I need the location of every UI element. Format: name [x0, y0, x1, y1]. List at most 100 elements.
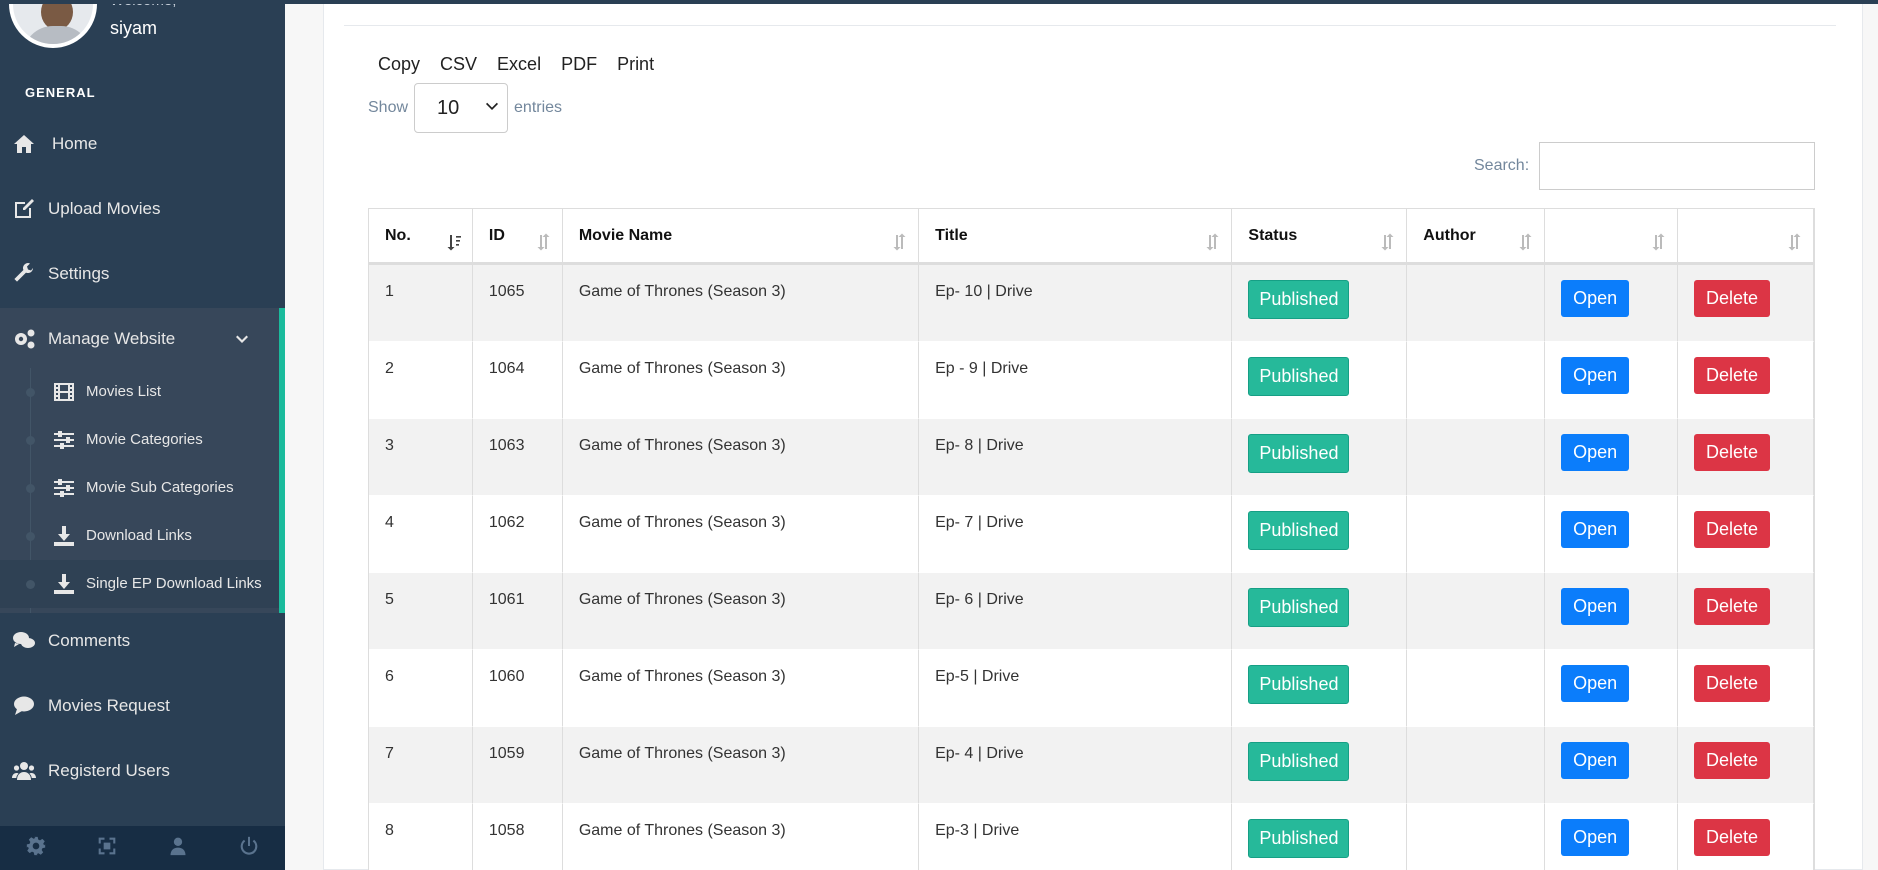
sidebar: Welcome, siyam GENERAL Home Upload Movie… — [0, 0, 285, 870]
open-button[interactable]: Open — [1561, 819, 1630, 856]
delete-button[interactable]: Delete — [1694, 742, 1771, 779]
status-badge[interactable]: Published — [1248, 511, 1350, 550]
sidebar-item-movies-request[interactable]: Movies Request — [0, 675, 285, 737]
power-icon — [239, 836, 259, 861]
users-icon — [0, 759, 48, 783]
open-button[interactable]: Open — [1561, 742, 1630, 779]
open-button[interactable]: Open — [1561, 511, 1630, 548]
pdf-button[interactable]: PDF — [551, 52, 607, 77]
status-badge[interactable]: Published — [1248, 665, 1350, 704]
status-badge[interactable]: Published — [1248, 742, 1350, 781]
open-button[interactable]: Open — [1561, 434, 1630, 471]
top-strip — [0, 0, 1878, 4]
sidebar-item-label: Home — [52, 134, 98, 153]
film-icon — [52, 380, 76, 404]
search-input[interactable] — [1539, 142, 1816, 190]
export-buttons: Copy CSV Excel PDF Print — [368, 52, 664, 77]
sort-asc-icon — [446, 233, 462, 251]
entries-label: entries — [514, 99, 563, 116]
sidebar-item-label: Movies Request — [48, 696, 170, 715]
fullscreen-icon — [97, 836, 117, 861]
sliders-icon — [52, 476, 76, 500]
sidebar-item-label: Registerd Users — [48, 761, 170, 780]
sort-icon — [1651, 233, 1667, 251]
submenu-item-movie-sub-categories[interactable]: Movie Sub Categories — [0, 464, 279, 512]
csv-button[interactable]: CSV — [430, 52, 487, 77]
column-header-status[interactable]: Status — [1232, 209, 1408, 265]
column-header-title[interactable]: Title — [919, 209, 1233, 265]
column-header-delete[interactable] — [1678, 209, 1814, 265]
entries-select[interactable]: 10 — [414, 83, 509, 133]
sidebar-item-home[interactable]: Home — [0, 113, 285, 175]
sidebar-footer — [0, 826, 285, 870]
sort-icon — [1205, 233, 1221, 251]
open-button[interactable]: Open — [1561, 588, 1630, 625]
logout-footer-button[interactable] — [214, 826, 285, 870]
table-row: 8 1058 Game of Thrones (Season 3) Ep-3 |… — [369, 804, 1814, 870]
submenu-item-movie-categories[interactable]: Movie Categories — [0, 416, 279, 464]
delete-button[interactable]: Delete — [1694, 588, 1771, 625]
delete-button[interactable]: Delete — [1694, 434, 1771, 471]
sidebar-item-label: Comments — [48, 631, 131, 650]
submenu-item-movies-list[interactable]: Movies List — [0, 368, 279, 416]
sort-icon — [536, 233, 552, 251]
column-header-movie-name[interactable]: Movie Name — [562, 209, 920, 265]
status-badge[interactable]: Published — [1248, 588, 1350, 627]
user-icon — [168, 836, 188, 861]
table-row: 2 1064 Game of Thrones (Season 3) Ep - 9… — [369, 342, 1814, 419]
fullscreen-footer-button[interactable] — [71, 826, 142, 870]
sidebar-item-comments[interactable]: Comments — [0, 610, 285, 672]
status-badge[interactable]: Published — [1248, 280, 1350, 319]
comment-icon — [0, 694, 48, 718]
gears-icon — [0, 327, 48, 351]
settings-footer-button[interactable] — [0, 826, 71, 870]
status-badge[interactable]: Published — [1248, 819, 1350, 858]
table-row: 4 1062 Game of Thrones (Season 3) Ep- 7 … — [369, 496, 1814, 573]
entries-select-value: 10 — [437, 96, 460, 119]
sidebar-item-manage-website[interactable]: Manage Website — [0, 308, 285, 370]
open-button[interactable]: Open — [1561, 665, 1630, 702]
column-header-id[interactable]: ID — [472, 209, 563, 265]
submenu-item-single-ep-download-links[interactable]: Single EP Download Links — [0, 560, 279, 608]
sort-icon — [892, 233, 908, 251]
sidebar-item-upload-movies[interactable]: Upload Movies — [0, 178, 285, 240]
profile: Welcome, siyam — [0, 0, 285, 60]
delete-button[interactable]: Delete — [1694, 665, 1771, 702]
submenu-item-download-links[interactable]: Download Links — [0, 512, 279, 560]
download-icon — [52, 572, 76, 596]
delete-button[interactable]: Delete — [1694, 280, 1771, 317]
table-header-row: No. ID Movie Name Title Status Author — [369, 209, 1814, 265]
delete-button[interactable]: Delete — [1694, 819, 1771, 856]
search-row: Search: — [1474, 142, 1816, 190]
table-row: 6 1060 Game of Thrones (Season 3) Ep-5 |… — [369, 650, 1814, 727]
open-button[interactable]: Open — [1561, 280, 1630, 317]
delete-button[interactable]: Delete — [1694, 357, 1771, 394]
sidebar-item-registerd-users[interactable]: Registerd Users — [0, 740, 285, 802]
column-header-open[interactable] — [1545, 209, 1679, 265]
column-header-author[interactable]: Author — [1407, 209, 1546, 265]
profile-footer-button[interactable] — [143, 826, 214, 870]
status-badge[interactable]: Published — [1248, 434, 1350, 473]
avatar[interactable] — [9, 0, 97, 48]
section-title-general: GENERAL — [25, 85, 96, 100]
episodes-table: No. ID Movie Name Title Status Author 1 … — [368, 208, 1815, 870]
sort-icon — [1518, 233, 1534, 251]
entries-length: Show 10 entries — [368, 83, 562, 133]
main-panel: Copy CSV Excel PDF Print Show 10 entries… — [323, 0, 1863, 870]
table-row: 1 1065 Game of Thrones (Season 3) Ep- 10… — [369, 265, 1814, 342]
delete-button[interactable]: Delete — [1694, 511, 1771, 548]
search-label: Search: — [1474, 157, 1530, 174]
table-row: 3 1063 Game of Thrones (Season 3) Ep- 8 … — [369, 419, 1814, 496]
sort-icon — [1787, 233, 1803, 251]
column-header-no[interactable]: No. — [369, 209, 473, 265]
copy-button[interactable]: Copy — [368, 52, 430, 77]
status-badge[interactable]: Published — [1248, 357, 1350, 396]
chevron-down-icon — [485, 97, 499, 120]
download-icon — [52, 524, 76, 548]
sidebar-item-settings[interactable]: Settings — [0, 243, 285, 305]
wrench-icon — [0, 262, 48, 286]
open-button[interactable]: Open — [1561, 357, 1630, 394]
gear-icon — [26, 836, 46, 861]
print-button[interactable]: Print — [607, 52, 664, 77]
excel-button[interactable]: Excel — [487, 52, 551, 77]
